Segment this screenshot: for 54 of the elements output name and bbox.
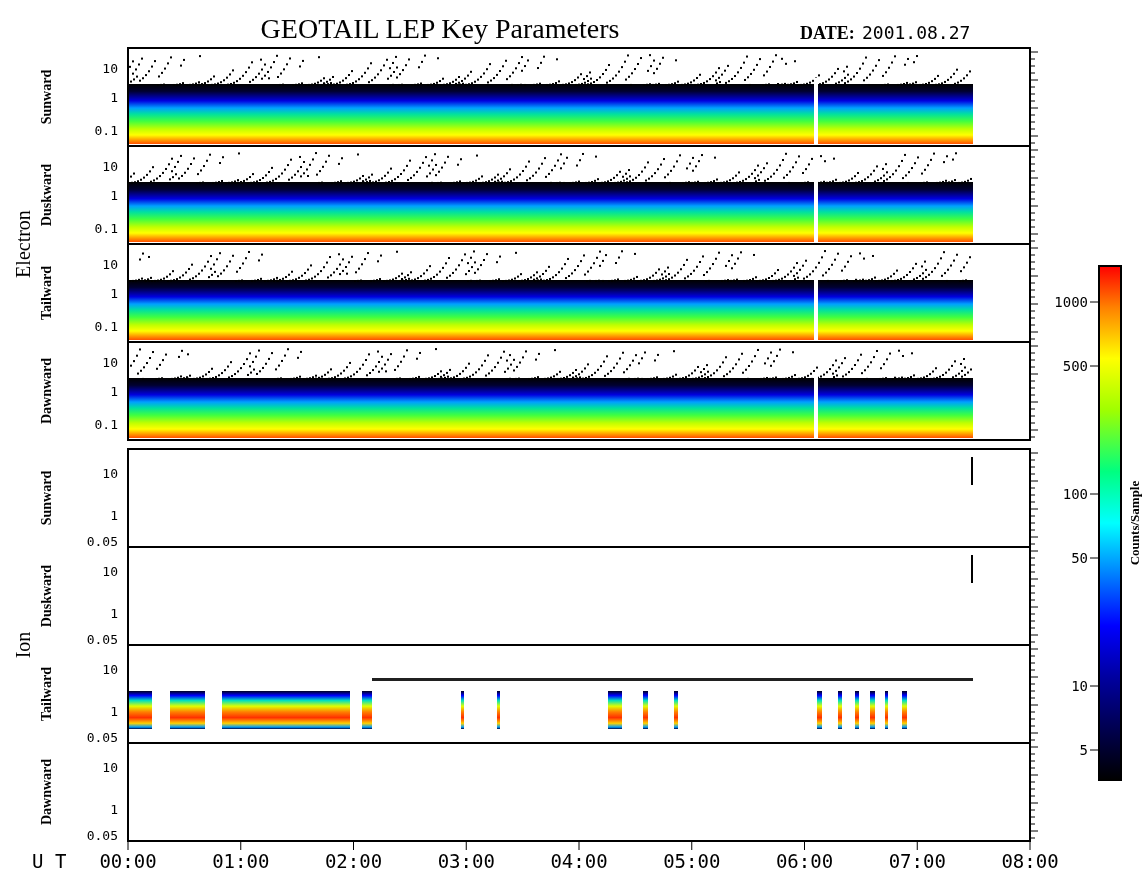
tick-label: 10 <box>102 355 118 370</box>
tick-label: 5 <box>1079 742 1088 758</box>
tick-label: 0.05 <box>86 534 118 549</box>
tick-label: 08:00 <box>1001 850 1059 872</box>
tick-label: 0.1 <box>94 319 118 334</box>
tick-label: 10 <box>102 564 118 579</box>
tick-label: 0.1 <box>94 221 118 236</box>
tick-label: 10 <box>102 159 118 174</box>
tick-label: 02:00 <box>324 850 383 872</box>
panel-label: Tailward <box>39 266 54 320</box>
tick-label: 10 <box>1071 678 1088 694</box>
tick-label: 100 <box>1062 486 1088 502</box>
tick-label: 0.1 <box>94 123 118 138</box>
tick-label: 01:00 <box>212 850 270 872</box>
tick-label: 1000 <box>1054 294 1088 310</box>
panel-label: Sunward <box>39 69 54 125</box>
axis-label: U T <box>32 850 67 872</box>
tick-label: 0.05 <box>86 730 118 745</box>
tick-label: 10 <box>102 466 118 481</box>
tick-label: 07:00 <box>888 850 946 872</box>
tick-label: 1 <box>110 802 118 817</box>
tick-label: 50 <box>1071 550 1088 566</box>
tick-label: 0.05 <box>86 632 118 647</box>
tick-label: 0.05 <box>86 828 118 843</box>
tick-label: 10 <box>102 257 118 272</box>
tick-label: 10 <box>102 760 118 775</box>
panel-label: Dawnward <box>39 357 54 425</box>
tick-label: 10 <box>102 61 118 76</box>
tick-label: 06:00 <box>775 850 834 872</box>
date-value: 2001.08.27 <box>862 22 971 43</box>
tick-label: 05:00 <box>663 850 721 872</box>
group-label: Ion <box>12 631 34 659</box>
tick-label: 1 <box>110 286 118 301</box>
tick-label: 10 <box>102 662 118 677</box>
panel-label: Dawnward <box>39 758 54 826</box>
panel-label: Sunward <box>39 470 54 526</box>
date-label: DATE: <box>800 23 855 43</box>
panel-label: Duskward <box>39 564 54 628</box>
group-label: Electron <box>12 210 34 278</box>
tick-label: 1 <box>110 90 118 105</box>
tick-label: 04:00 <box>550 850 608 872</box>
panel-label: Duskward <box>39 163 54 227</box>
tick-label: 03:00 <box>437 850 495 872</box>
tick-label: 1 <box>110 508 118 523</box>
tick-label: 1 <box>110 188 118 203</box>
tick-label: 1 <box>110 704 118 719</box>
tick-label: 0.1 <box>94 417 118 432</box>
tick-label: 1 <box>110 384 118 399</box>
tick-label: 00:00 <box>99 850 157 872</box>
panel-label: Tailward <box>39 667 54 721</box>
chart-title: GEOTAIL LEP Key Parameters <box>260 13 620 44</box>
tick-label: 500 <box>1062 358 1088 374</box>
tick-label: 1 <box>110 606 118 621</box>
colorbar-label: Counts/Sample <box>1127 480 1142 566</box>
